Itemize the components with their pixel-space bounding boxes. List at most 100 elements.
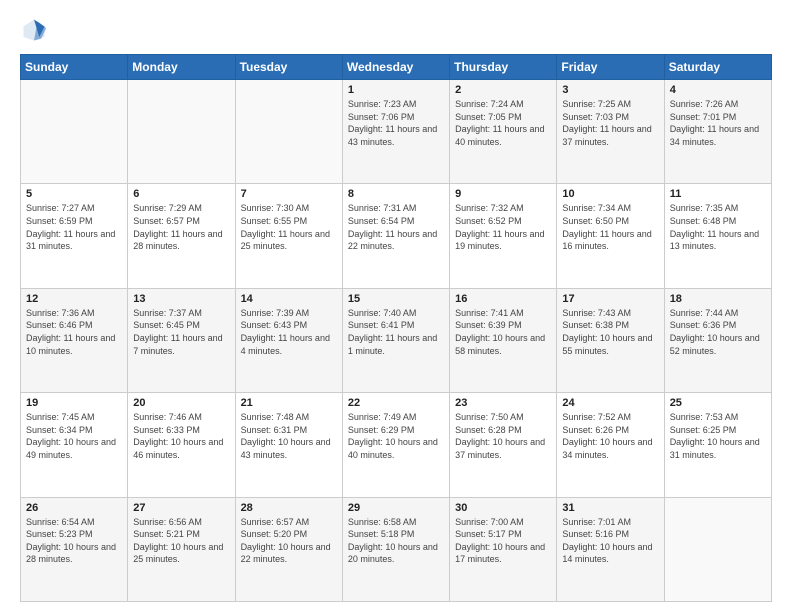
cell-content: Sunrise: 7:44 AM Sunset: 6:36 PM Dayligh…: [670, 307, 766, 357]
calendar-cell: 22 Sunrise: 7:49 AM Sunset: 6:29 PM Dayli…: [342, 393, 449, 497]
calendar-cell: 30Sunrise: 7:00 AM Sunset: 5:17 PM Dayli…: [450, 497, 557, 601]
cell-content: Sunrise: 7:43 AM Sunset: 6:38 PM Dayligh…: [562, 307, 658, 357]
day-number: 2: [455, 84, 551, 96]
day-number: 16: [455, 293, 551, 305]
calendar-cell: 11 Sunrise: 7:35 AM Sunset: 6:48 PM Dayli…: [664, 184, 771, 288]
calendar-cell: 2 Sunrise: 7:24 AM Sunset: 7:05 PM Daylig…: [450, 80, 557, 184]
calendar-cell: 16Sunrise: 7:41 AM Sunset: 6:39 PM Dayli…: [450, 288, 557, 392]
cell-content: Sunrise: 7:24 AM Sunset: 7:05 PM Dayligh…: [455, 98, 551, 148]
cell-content: Sunrise: 7:53 AM Sunset: 6:25 PM Dayligh…: [670, 411, 766, 461]
day-number: 19: [26, 397, 122, 409]
day-number: 29: [348, 502, 444, 514]
cell-content: Sunrise: 7:45 AM Sunset: 6:34 PM Dayligh…: [26, 411, 122, 461]
day-number: 3: [562, 84, 658, 96]
calendar-cell: 6Sunrise: 7:29 AM Sunset: 6:57 PM Daylig…: [128, 184, 235, 288]
cell-content: Sunrise: 7:49 AM Sunset: 6:29 PM Dayligh…: [348, 411, 444, 461]
calendar-cell: 19 Sunrise: 7:45 AM Sunset: 6:34 PM Dayli…: [21, 393, 128, 497]
cell-content: Sunrise: 7:37 AM Sunset: 6:45 PM Dayligh…: [133, 307, 229, 357]
day-number: 17: [562, 293, 658, 305]
cell-content: Sunrise: 7:40 AM Sunset: 6:41 PM Dayligh…: [348, 307, 444, 357]
calendar-cell: 21 Sunrise: 7:48 AM Sunset: 6:31 PM Dayli…: [235, 393, 342, 497]
day-number: 12: [26, 293, 122, 305]
cell-content: Sunrise: 7:30 AM Sunset: 6:55 PM Dayligh…: [241, 202, 337, 252]
day-number: 31: [562, 502, 658, 514]
day-header-monday: Monday: [128, 55, 235, 80]
calendar-cell: 27 Sunrise: 6:56 AM Sunset: 5:21 PM Dayli…: [128, 497, 235, 601]
day-number: 27: [133, 502, 229, 514]
cell-content: Sunrise: 7:48 AM Sunset: 6:31 PM Dayligh…: [241, 411, 337, 461]
calendar-cell: 4Sunrise: 7:26 AM Sunset: 7:01 PM Daylig…: [664, 80, 771, 184]
day-header-saturday: Saturday: [664, 55, 771, 80]
day-number: 13: [133, 293, 229, 305]
cell-content: Sunrise: 7:23 AM Sunset: 7:06 PM Dayligh…: [348, 98, 444, 148]
cell-content: Sunrise: 7:00 AM Sunset: 5:17 PM Dayligh…: [455, 516, 551, 566]
day-number: 20: [133, 397, 229, 409]
day-number: 18: [670, 293, 766, 305]
calendar-cell: [128, 80, 235, 184]
day-header-thursday: Thursday: [450, 55, 557, 80]
day-header-sunday: Sunday: [21, 55, 128, 80]
day-header-friday: Friday: [557, 55, 664, 80]
calendar-cell: 20 Sunrise: 7:46 AM Sunset: 6:33 PM Dayli…: [128, 393, 235, 497]
day-number: 26: [26, 502, 122, 514]
calendar-cell: 15 Sunrise: 7:40 AM Sunset: 6:41 PM Dayli…: [342, 288, 449, 392]
calendar-cell: 23Sunrise: 7:50 AM Sunset: 6:28 PM Dayli…: [450, 393, 557, 497]
calendar-cell: [235, 80, 342, 184]
calendar-cell: 24Sunrise: 7:52 AM Sunset: 6:26 PM Dayli…: [557, 393, 664, 497]
day-number: 22: [348, 397, 444, 409]
calendar-cell: 31 Sunrise: 7:01 AM Sunset: 5:16 PM Dayli…: [557, 497, 664, 601]
calendar-cell: 26 Sunrise: 6:54 AM Sunset: 5:23 PM Dayli…: [21, 497, 128, 601]
day-number: 21: [241, 397, 337, 409]
calendar-header-row: SundayMondayTuesdayWednesdayThursdayFrid…: [21, 55, 772, 80]
calendar-cell: 17 Sunrise: 7:43 AM Sunset: 6:38 PM Dayli…: [557, 288, 664, 392]
cell-content: Sunrise: 7:50 AM Sunset: 6:28 PM Dayligh…: [455, 411, 551, 461]
day-number: 15: [348, 293, 444, 305]
cell-content: Sunrise: 6:57 AM Sunset: 5:20 PM Dayligh…: [241, 516, 337, 566]
calendar-cell: 14 Sunrise: 7:39 AM Sunset: 6:43 PM Dayli…: [235, 288, 342, 392]
day-number: 9: [455, 188, 551, 200]
day-number: 1: [348, 84, 444, 96]
logo-icon: [20, 16, 48, 44]
cell-content: Sunrise: 7:01 AM Sunset: 5:16 PM Dayligh…: [562, 516, 658, 566]
calendar-week-row: 26 Sunrise: 6:54 AM Sunset: 5:23 PM Dayli…: [21, 497, 772, 601]
day-number: 5: [26, 188, 122, 200]
cell-content: Sunrise: 6:58 AM Sunset: 5:18 PM Dayligh…: [348, 516, 444, 566]
calendar-week-row: 19 Sunrise: 7:45 AM Sunset: 6:34 PM Dayli…: [21, 393, 772, 497]
page-header: [20, 16, 772, 44]
cell-content: Sunrise: 6:56 AM Sunset: 5:21 PM Dayligh…: [133, 516, 229, 566]
day-number: 28: [241, 502, 337, 514]
calendar-cell: 25 Sunrise: 7:53 AM Sunset: 6:25 PM Dayli…: [664, 393, 771, 497]
calendar-week-row: 5 Sunrise: 7:27 AM Sunset: 6:59 PM Daylig…: [21, 184, 772, 288]
cell-content: Sunrise: 7:27 AM Sunset: 6:59 PM Dayligh…: [26, 202, 122, 252]
cell-content: Sunrise: 7:39 AM Sunset: 6:43 PM Dayligh…: [241, 307, 337, 357]
day-number: 11: [670, 188, 766, 200]
cell-content: Sunrise: 7:29 AM Sunset: 6:57 PM Dayligh…: [133, 202, 229, 252]
cell-content: Sunrise: 7:34 AM Sunset: 6:50 PM Dayligh…: [562, 202, 658, 252]
calendar-cell: 5 Sunrise: 7:27 AM Sunset: 6:59 PM Daylig…: [21, 184, 128, 288]
cell-content: Sunrise: 6:54 AM Sunset: 5:23 PM Dayligh…: [26, 516, 122, 566]
calendar-cell: 8 Sunrise: 7:31 AM Sunset: 6:54 PM Daylig…: [342, 184, 449, 288]
cell-content: Sunrise: 7:35 AM Sunset: 6:48 PM Dayligh…: [670, 202, 766, 252]
day-number: 24: [562, 397, 658, 409]
calendar-cell: 13 Sunrise: 7:37 AM Sunset: 6:45 PM Dayli…: [128, 288, 235, 392]
cell-content: Sunrise: 7:25 AM Sunset: 7:03 PM Dayligh…: [562, 98, 658, 148]
calendar-cell: [21, 80, 128, 184]
calendar-cell: 7 Sunrise: 7:30 AM Sunset: 6:55 PM Daylig…: [235, 184, 342, 288]
calendar-week-row: 1 Sunrise: 7:23 AM Sunset: 7:06 PM Daylig…: [21, 80, 772, 184]
cell-content: Sunrise: 7:26 AM Sunset: 7:01 PM Dayligh…: [670, 98, 766, 148]
calendar-table: SundayMondayTuesdayWednesdayThursdayFrid…: [20, 54, 772, 602]
calendar-cell: 12Sunrise: 7:36 AM Sunset: 6:46 PM Dayli…: [21, 288, 128, 392]
cell-content: Sunrise: 7:46 AM Sunset: 6:33 PM Dayligh…: [133, 411, 229, 461]
cell-content: Sunrise: 7:31 AM Sunset: 6:54 PM Dayligh…: [348, 202, 444, 252]
calendar-cell: 1 Sunrise: 7:23 AM Sunset: 7:06 PM Daylig…: [342, 80, 449, 184]
day-number: 14: [241, 293, 337, 305]
calendar-cell: 10 Sunrise: 7:34 AM Sunset: 6:50 PM Dayli…: [557, 184, 664, 288]
day-number: 7: [241, 188, 337, 200]
day-header-wednesday: Wednesday: [342, 55, 449, 80]
calendar-cell: 28 Sunrise: 6:57 AM Sunset: 5:20 PM Dayli…: [235, 497, 342, 601]
day-number: 8: [348, 188, 444, 200]
calendar-cell: 29 Sunrise: 6:58 AM Sunset: 5:18 PM Dayli…: [342, 497, 449, 601]
day-number: 10: [562, 188, 658, 200]
cell-content: Sunrise: 7:32 AM Sunset: 6:52 PM Dayligh…: [455, 202, 551, 252]
day-number: 25: [670, 397, 766, 409]
